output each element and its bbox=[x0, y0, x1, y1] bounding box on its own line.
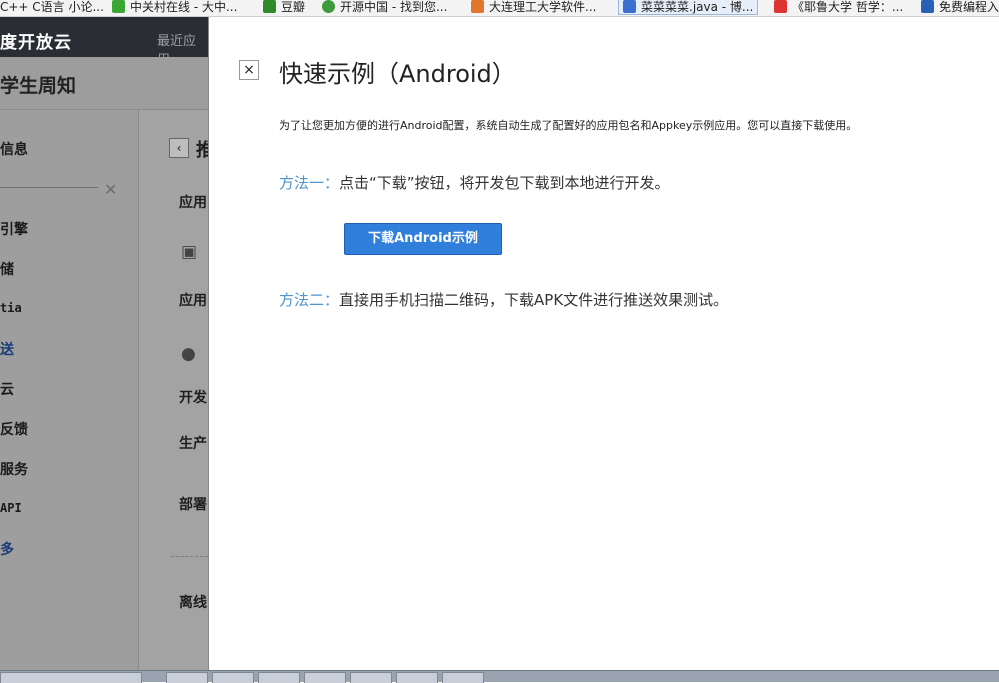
sidebar-item-service[interactable]: 服务 bbox=[0, 459, 28, 479]
content-label: 应用 bbox=[179, 293, 207, 309]
content-label: 离线 bbox=[179, 595, 207, 611]
sidebar-item-info[interactable]: 信息 bbox=[0, 139, 28, 159]
close-button[interactable]: × bbox=[239, 60, 259, 80]
bookmark-label: C++ C语言 小论... bbox=[0, 0, 104, 14]
brand-logo[interactable]: 度开放云 bbox=[0, 28, 72, 53]
bookmark-item[interactable]: 开源中国 - 找到您... bbox=[322, 0, 447, 15]
content-label: 开发 bbox=[179, 390, 207, 406]
sidebar-divider bbox=[0, 187, 98, 188]
apple-icon: ● bbox=[181, 344, 196, 364]
sidebar-item-more[interactable]: 多 bbox=[0, 539, 14, 559]
app-title: 学生周知 bbox=[0, 75, 77, 97]
bookmark-favicon-icon bbox=[623, 0, 636, 13]
bookmark-label: 中关村在线 - 大中... bbox=[130, 0, 238, 14]
bookmarks-bar: C++ C语言 小论... 中关村在线 - 大中... 豆瓣 开源中国 - 找到… bbox=[0, 0, 999, 17]
taskbar-button[interactable] bbox=[166, 672, 208, 683]
main-content: ‹ 推 应用 ▣ 应用 ● 开发 生产 部署 离线 bbox=[139, 110, 214, 670]
content-label: 生产 bbox=[179, 436, 207, 452]
bookmark-item[interactable]: 中关村在线 - 大中... bbox=[112, 0, 237, 15]
sidebar-item-cloud[interactable]: 云 bbox=[0, 379, 14, 399]
bookmark-label: 《耶鲁大学 哲学：... bbox=[792, 0, 904, 14]
taskbar-button[interactable] bbox=[350, 672, 392, 683]
sidebar-item-push[interactable]: 送 bbox=[0, 339, 14, 359]
sidebar-item-api[interactable]: API bbox=[0, 501, 22, 515]
bookmark-label: 大连理工大学软件... bbox=[489, 0, 597, 14]
bookmark-favicon-icon bbox=[263, 0, 276, 13]
bookmark-favicon-icon bbox=[774, 0, 787, 13]
taskbar-button[interactable] bbox=[304, 672, 346, 683]
taskbar-button[interactable] bbox=[396, 672, 438, 683]
method-two-label: 方法二： bbox=[279, 291, 340, 309]
bookmark-item[interactable]: 豆瓣 bbox=[263, 0, 305, 15]
method-one-text: 点击“下载”按钮，将开发包下载到本地进行开发。 bbox=[339, 174, 670, 192]
taskbar-button[interactable] bbox=[212, 672, 254, 683]
bookmark-item[interactable]: 菜菜菜菜.java - 博... bbox=[618, 0, 759, 15]
sidebar: 信息 ✕ 引擎 储 tia 送 云 反馈 服务 API 多 bbox=[0, 110, 139, 670]
app-header: 学生周知 bbox=[0, 57, 208, 110]
bookmark-label: 开源中国 - 找到您... bbox=[340, 0, 448, 14]
method-two-text: 直接用手机扫描二维码，下载APK文件进行推送效果测试。 bbox=[339, 291, 729, 309]
bookmark-item[interactable]: 免费编程入 bbox=[921, 0, 999, 15]
content-label: 应用 bbox=[179, 195, 207, 211]
tools-icon[interactable]: ✕ bbox=[104, 180, 117, 199]
content-label: 部署 bbox=[179, 497, 207, 513]
bookmark-label: 免费编程入 bbox=[939, 0, 999, 14]
sidebar-item-engine[interactable]: 引擎 bbox=[0, 219, 28, 239]
sidebar-item-storage[interactable]: 储 bbox=[0, 259, 14, 279]
taskbar-button[interactable] bbox=[0, 672, 142, 683]
sidebar-item-tia[interactable]: tia bbox=[0, 301, 22, 315]
bookmark-item[interactable]: 《耶鲁大学 哲学：... bbox=[774, 0, 903, 15]
bookmark-label: 豆瓣 bbox=[281, 0, 306, 14]
method-two: 方法二：直接用手机扫描二维码，下载APK文件进行推送效果测试。 bbox=[279, 289, 728, 310]
back-button[interactable]: ‹ bbox=[169, 138, 189, 158]
dialog-description: 为了让您更加方便的进行Android配置，系统自动生成了配置好的应用包名和App… bbox=[279, 119, 858, 132]
sidebar-item-feedback[interactable]: 反馈 bbox=[0, 419, 28, 439]
bookmark-item[interactable]: C++ C语言 小论... bbox=[0, 0, 104, 15]
method-one-label: 方法一： bbox=[279, 174, 340, 192]
download-android-sample-button[interactable]: 下载Android示例 bbox=[344, 223, 502, 255]
taskbar-button[interactable] bbox=[442, 672, 484, 683]
top-header: 度开放云 最近应用 bbox=[0, 17, 208, 68]
dialog-title: 快速示例（Android） bbox=[279, 60, 516, 88]
taskbar-button[interactable] bbox=[258, 672, 300, 683]
content-divider bbox=[171, 556, 208, 557]
quick-example-dialog: × 快速示例（Android） 为了让您更加方便的进行Android配置，系统自… bbox=[208, 17, 999, 670]
bookmark-item[interactable]: 大连理工大学软件... bbox=[471, 0, 596, 15]
android-icon: ▣ bbox=[181, 242, 198, 262]
bookmark-favicon-icon bbox=[921, 0, 934, 13]
taskbar bbox=[0, 670, 999, 683]
bookmark-label: 菜菜菜菜.java - 博... bbox=[641, 0, 754, 14]
bookmark-favicon-icon bbox=[112, 0, 125, 13]
bookmark-favicon-icon bbox=[471, 0, 484, 13]
bookmark-favicon-icon bbox=[322, 0, 335, 13]
method-one: 方法一：点击“下载”按钮，将开发包下载到本地进行开发。 bbox=[279, 172, 670, 193]
